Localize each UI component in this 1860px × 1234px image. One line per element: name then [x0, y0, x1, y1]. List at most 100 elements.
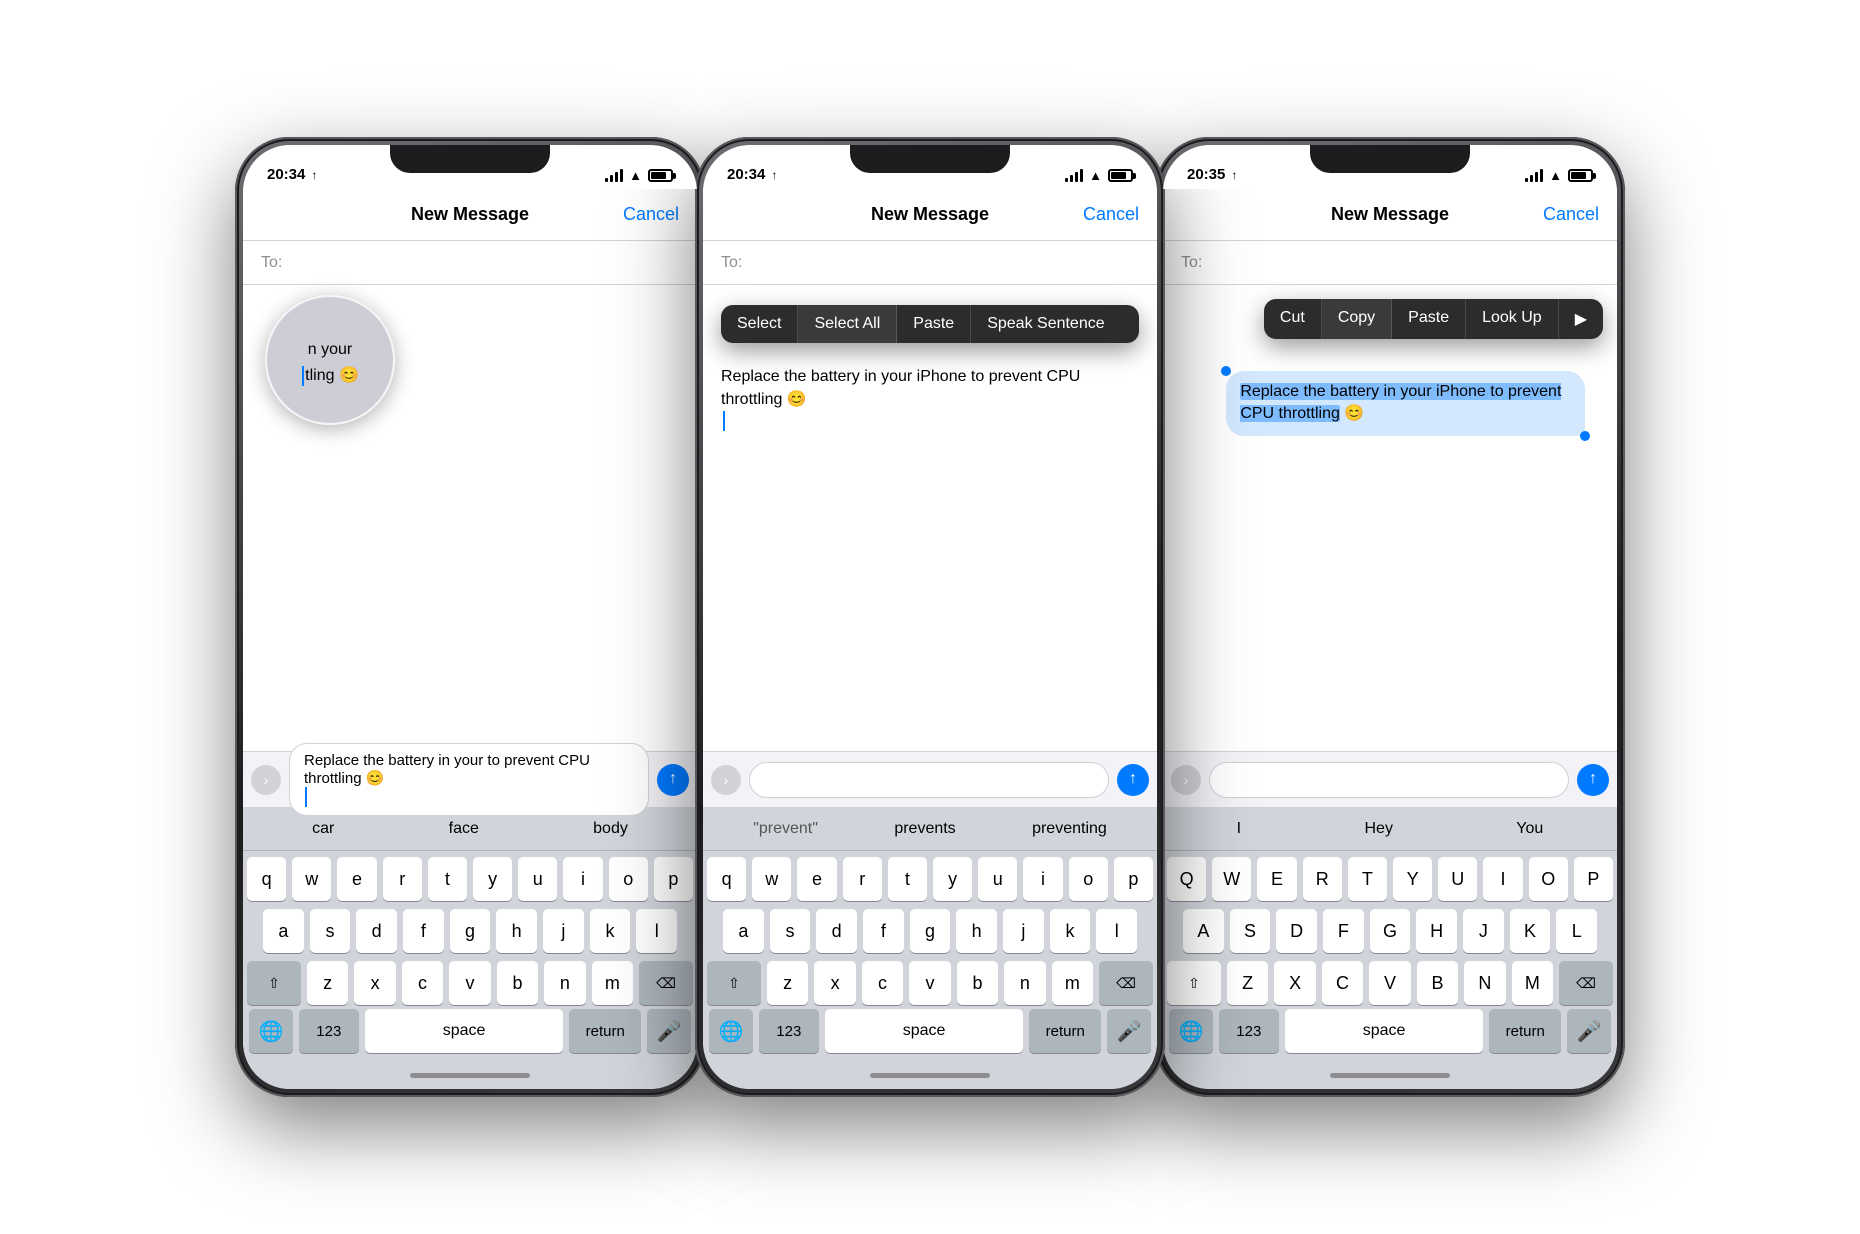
- key-A-3[interactable]: A: [1183, 909, 1224, 953]
- key-mic-2[interactable]: 🎤: [1107, 1009, 1151, 1053]
- context-paste-3[interactable]: Paste: [1392, 299, 1466, 339]
- key-j-1[interactable]: j: [543, 909, 584, 953]
- cancel-button-3[interactable]: Cancel: [1543, 204, 1599, 225]
- key-caps-1[interactable]: ⇧: [247, 961, 301, 1005]
- key-P-3[interactable]: P: [1574, 857, 1613, 901]
- key-d-1[interactable]: d: [356, 909, 397, 953]
- context-paste-2[interactable]: Paste: [897, 305, 971, 343]
- key-return-1[interactable]: return: [569, 1009, 641, 1053]
- send-btn-1[interactable]: ↑: [657, 764, 689, 796]
- key-globe-1[interactable]: 🌐: [249, 1009, 293, 1053]
- suggestion-2-2[interactable]: preventing: [1024, 816, 1115, 842]
- input-textbox-3[interactable]: [1209, 762, 1569, 798]
- key-X-3[interactable]: X: [1274, 961, 1315, 1005]
- key-l-2[interactable]: l: [1096, 909, 1137, 953]
- key-W-3[interactable]: W: [1212, 857, 1251, 901]
- key-q-2[interactable]: q: [707, 857, 746, 901]
- context-copy-3[interactable]: Copy: [1322, 299, 1392, 339]
- key-O-3[interactable]: O: [1529, 857, 1568, 901]
- key-o-2[interactable]: o: [1069, 857, 1108, 901]
- key-I-3[interactable]: I: [1483, 857, 1522, 901]
- key-n-1[interactable]: n: [544, 961, 585, 1005]
- key-y-1[interactable]: y: [473, 857, 512, 901]
- key-i-1[interactable]: i: [563, 857, 602, 901]
- suggestion-1-0[interactable]: car: [304, 816, 342, 842]
- key-Y-3[interactable]: Y: [1393, 857, 1432, 901]
- key-caps-2[interactable]: ⇧: [707, 961, 761, 1005]
- key-z-2[interactable]: z: [767, 961, 808, 1005]
- key-r-1[interactable]: r: [383, 857, 422, 901]
- key-v-2[interactable]: v: [909, 961, 950, 1005]
- key-p-2[interactable]: p: [1114, 857, 1153, 901]
- key-w-2[interactable]: w: [752, 857, 791, 901]
- key-L-3[interactable]: L: [1556, 909, 1597, 953]
- context-more-3[interactable]: ▶: [1559, 299, 1603, 339]
- key-R-3[interactable]: R: [1303, 857, 1342, 901]
- key-g-2[interactable]: g: [910, 909, 951, 953]
- suggestion-3-2[interactable]: You: [1508, 816, 1551, 842]
- key-r-2[interactable]: r: [843, 857, 882, 901]
- key-M-3[interactable]: M: [1512, 961, 1553, 1005]
- key-q-1[interactable]: q: [247, 857, 286, 901]
- key-123-1[interactable]: 123: [299, 1009, 359, 1053]
- key-mic-3[interactable]: 🎤: [1567, 1009, 1611, 1053]
- key-D-3[interactable]: D: [1276, 909, 1317, 953]
- key-u-1[interactable]: u: [518, 857, 557, 901]
- key-j-2[interactable]: j: [1003, 909, 1044, 953]
- key-delete-3[interactable]: ⌫: [1559, 961, 1613, 1005]
- key-space-1[interactable]: space: [365, 1009, 564, 1053]
- key-y-2[interactable]: y: [933, 857, 972, 901]
- cancel-button-2[interactable]: Cancel: [1083, 204, 1139, 225]
- key-space-3[interactable]: space: [1285, 1009, 1484, 1053]
- key-S-3[interactable]: S: [1230, 909, 1271, 953]
- key-space-2[interactable]: space: [825, 1009, 1024, 1053]
- key-x-1[interactable]: x: [354, 961, 395, 1005]
- key-E-3[interactable]: E: [1257, 857, 1296, 901]
- key-return-2[interactable]: return: [1029, 1009, 1101, 1053]
- key-h-2[interactable]: h: [956, 909, 997, 953]
- key-K-3[interactable]: K: [1510, 909, 1551, 953]
- key-G-3[interactable]: G: [1370, 909, 1411, 953]
- context-speak-2[interactable]: Speak Sentence: [971, 305, 1120, 343]
- key-m-2[interactable]: m: [1052, 961, 1093, 1005]
- key-B-3[interactable]: B: [1417, 961, 1458, 1005]
- suggestion-1-1[interactable]: face: [441, 816, 487, 842]
- key-h-1[interactable]: h: [496, 909, 537, 953]
- input-textbox-1[interactable]: Replace the battery in your to prevent C…: [289, 743, 649, 816]
- suggestion-1-2[interactable]: body: [585, 816, 636, 842]
- key-U-3[interactable]: U: [1438, 857, 1477, 901]
- key-o-1[interactable]: o: [609, 857, 648, 901]
- key-k-2[interactable]: k: [1050, 909, 1091, 953]
- suggestion-2-1[interactable]: prevents: [886, 816, 963, 842]
- key-delete-1[interactable]: ⌫: [639, 961, 693, 1005]
- key-V-3[interactable]: V: [1369, 961, 1410, 1005]
- suggestion-2-0[interactable]: "prevent": [745, 816, 826, 842]
- key-f-1[interactable]: f: [403, 909, 444, 953]
- key-T-3[interactable]: T: [1348, 857, 1387, 901]
- key-return-3[interactable]: return: [1489, 1009, 1561, 1053]
- key-b-2[interactable]: b: [957, 961, 998, 1005]
- key-Q-3[interactable]: Q: [1167, 857, 1206, 901]
- expand-btn-2[interactable]: ›: [711, 765, 741, 795]
- key-caps-3[interactable]: ⇧: [1167, 961, 1221, 1005]
- key-F-3[interactable]: F: [1323, 909, 1364, 953]
- key-t-1[interactable]: t: [428, 857, 467, 901]
- key-J-3[interactable]: J: [1463, 909, 1504, 953]
- key-u-2[interactable]: u: [978, 857, 1017, 901]
- key-s-2[interactable]: s: [770, 909, 811, 953]
- key-N-3[interactable]: N: [1464, 961, 1505, 1005]
- key-t-2[interactable]: t: [888, 857, 927, 901]
- key-b-1[interactable]: b: [497, 961, 538, 1005]
- context-cut-3[interactable]: Cut: [1264, 299, 1322, 339]
- key-delete-2[interactable]: ⌫: [1099, 961, 1153, 1005]
- key-w-1[interactable]: w: [292, 857, 331, 901]
- key-123-2[interactable]: 123: [759, 1009, 819, 1053]
- expand-btn-3[interactable]: ›: [1171, 765, 1201, 795]
- key-C-3[interactable]: C: [1322, 961, 1363, 1005]
- key-globe-2[interactable]: 🌐: [709, 1009, 753, 1053]
- key-x-2[interactable]: x: [814, 961, 855, 1005]
- key-Z-3[interactable]: Z: [1227, 961, 1268, 1005]
- input-textbox-2[interactable]: [749, 762, 1109, 798]
- key-c-2[interactable]: c: [862, 961, 903, 1005]
- cancel-button-1[interactable]: Cancel: [623, 204, 679, 225]
